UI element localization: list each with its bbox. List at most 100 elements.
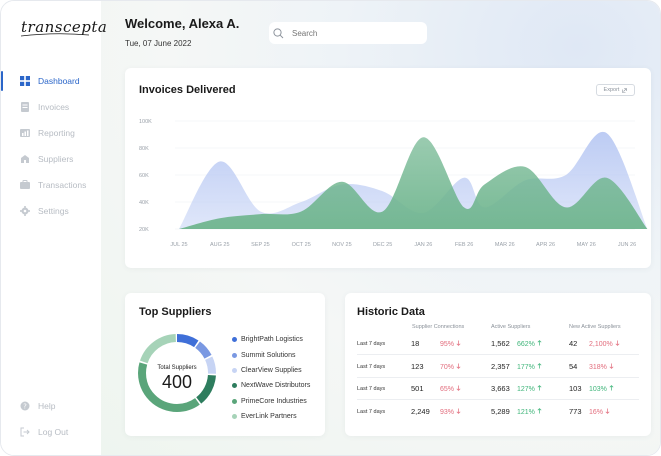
row-period: Last 7 days xyxy=(357,341,385,347)
row-value: 42 xyxy=(569,339,577,348)
legend-dot xyxy=(232,414,237,419)
row-percent: 121% xyxy=(517,408,542,416)
col-header-active-suppliers: Active Suppliers xyxy=(491,324,530,330)
welcome-title: Welcome, Alexa A. xyxy=(125,16,239,31)
sidebar-bottom-nav: ? Help Log Out xyxy=(1,393,101,445)
row-percent: 70% xyxy=(440,363,461,371)
table-row: Last 7 days1895% 1,562662% 422,100% xyxy=(357,333,639,355)
table-row: Last 7 days50165% 3,663127% 103103% xyxy=(357,378,639,400)
legend-dot xyxy=(232,383,237,388)
sidebar-item-label: Invoices xyxy=(38,102,69,112)
invoices-area-chart: 100K 80K 60K 40K 20K JUL 25 AUG 25 SEP 25 OCT 25… xyxy=(125,68,651,268)
sidebar: transcepta Dashboard Invoices Reporting … xyxy=(1,1,101,456)
export-button[interactable]: Export xyxy=(596,84,635,96)
row-period: Last 7 days xyxy=(357,364,385,370)
arrow-down-icon xyxy=(456,385,461,391)
y-tick-label: 100K xyxy=(139,119,152,125)
arrow-up-icon xyxy=(537,340,542,346)
legend-item: PrimeCore Industries xyxy=(232,394,310,409)
x-tick-label: OCT 25 xyxy=(292,242,311,248)
legend-dot xyxy=(232,368,237,373)
dashboard-icon xyxy=(20,76,30,86)
invoices-title: Invoices Delivered xyxy=(139,84,236,96)
x-tick-label: APR 26 xyxy=(536,242,555,248)
row-value: 18 xyxy=(411,339,419,348)
sidebar-item-suppliers[interactable]: Suppliers xyxy=(1,146,101,172)
y-tick-label: 80K xyxy=(139,146,149,152)
arrow-up-icon xyxy=(537,408,542,414)
help-icon: ? xyxy=(20,401,30,411)
sidebar-item-label: Transactions xyxy=(38,180,86,190)
sidebar-item-label: Settings xyxy=(38,206,69,216)
search-icon xyxy=(273,28,284,39)
search-input[interactable] xyxy=(292,29,412,38)
current-date: Tue, 07 June 2022 xyxy=(125,39,191,48)
app-window: transcepta Dashboard Invoices Reporting … xyxy=(0,0,661,456)
row-value: 501 xyxy=(411,384,424,393)
legend-label: PrimeCore Industries xyxy=(241,398,307,405)
legend-label: BrightPath Logistics xyxy=(241,336,303,343)
suppliers-legend: BrightPath LogisticsSummit SolutionsClea… xyxy=(232,332,310,424)
row-value: 5,289 xyxy=(491,407,510,416)
top-suppliers-card: Top Suppliers Total Suppliers 400 Bright… xyxy=(125,293,325,436)
historic-title: Historic Data xyxy=(357,306,425,318)
arrow-down-icon xyxy=(456,408,461,414)
sidebar-item-settings[interactable]: Settings xyxy=(1,198,101,224)
sidebar-item-dashboard[interactable]: Dashboard xyxy=(1,68,101,94)
arrow-up-icon xyxy=(537,363,542,369)
arrow-up-icon xyxy=(537,385,542,391)
sidebar-item-logout[interactable]: Log Out xyxy=(1,419,101,445)
row-percent: 662% xyxy=(517,340,542,348)
legend-dot xyxy=(232,337,237,342)
x-tick-label: JUL 25 xyxy=(170,242,187,248)
y-tick-label: 20K xyxy=(139,227,149,233)
col-header-new-active-suppliers: New Active Suppliers xyxy=(569,324,621,330)
x-tick-label: SEP 25 xyxy=(251,242,270,248)
legend-dot xyxy=(232,399,237,404)
invoice-icon xyxy=(20,102,30,112)
x-tick-label: AUG 25 xyxy=(210,242,230,248)
y-tick-label: 40K xyxy=(139,200,149,206)
legend-dot xyxy=(232,353,237,358)
table-row: Last 7 days2,24993% 5,289121% 77316% xyxy=(357,401,639,423)
y-tick-label: 60K xyxy=(139,173,149,179)
legend-label: EverLink Partners xyxy=(241,413,297,420)
legend-item: EverLink Partners xyxy=(232,409,310,424)
x-tick-label: NOV 25 xyxy=(332,242,352,248)
col-header-supplier-connections: Supplier Connections xyxy=(412,324,464,330)
table-row: Last 7 days12370% 2,357177% 54318% xyxy=(357,356,639,378)
x-tick-label: MAR 26 xyxy=(495,242,515,248)
sidebar-item-label: Reporting xyxy=(38,128,75,138)
legend-item: BrightPath Logistics xyxy=(232,332,310,347)
sidebar-item-label: Dashboard xyxy=(38,76,80,86)
row-period: Last 7 days xyxy=(357,409,385,415)
x-tick-label: JAN 26 xyxy=(414,242,432,248)
legend-label: Summit Solutions xyxy=(241,352,295,359)
sidebar-item-invoices[interactable]: Invoices xyxy=(1,94,101,120)
row-value: 2,357 xyxy=(491,362,510,371)
row-percent: 127% xyxy=(517,385,542,393)
reporting-icon xyxy=(20,128,30,138)
x-tick-label: JUN 26 xyxy=(618,242,636,248)
sidebar-item-label: Help xyxy=(38,401,55,411)
legend-item: NextWave Distributors xyxy=(232,378,310,393)
sidebar-item-transactions[interactable]: Transactions xyxy=(1,172,101,198)
svg-text:?: ? xyxy=(23,403,27,411)
sidebar-item-label: Suppliers xyxy=(38,154,73,164)
invoices-delivered-card: 100K 80K 60K 40K 20K JUL 25 AUG 25 SEP 25 OCT 25… xyxy=(125,68,651,268)
row-percent: 318% xyxy=(589,363,614,371)
search-bar[interactable] xyxy=(269,22,427,44)
row-value: 123 xyxy=(411,362,424,371)
transactions-icon xyxy=(20,180,30,190)
arrow-down-icon xyxy=(605,408,610,414)
x-tick-label: MAY 26 xyxy=(577,242,596,248)
row-value: 2,249 xyxy=(411,407,430,416)
row-percent: 103% xyxy=(589,385,614,393)
sidebar-item-help[interactable]: ? Help xyxy=(1,393,101,419)
row-value: 103 xyxy=(569,384,582,393)
sidebar-item-reporting[interactable]: Reporting xyxy=(1,120,101,146)
donut-total-label: Total Suppliers xyxy=(137,365,217,371)
top-suppliers-title: Top Suppliers xyxy=(139,306,212,318)
x-tick-label: DEC 25 xyxy=(373,242,392,248)
external-link-icon xyxy=(622,88,627,93)
